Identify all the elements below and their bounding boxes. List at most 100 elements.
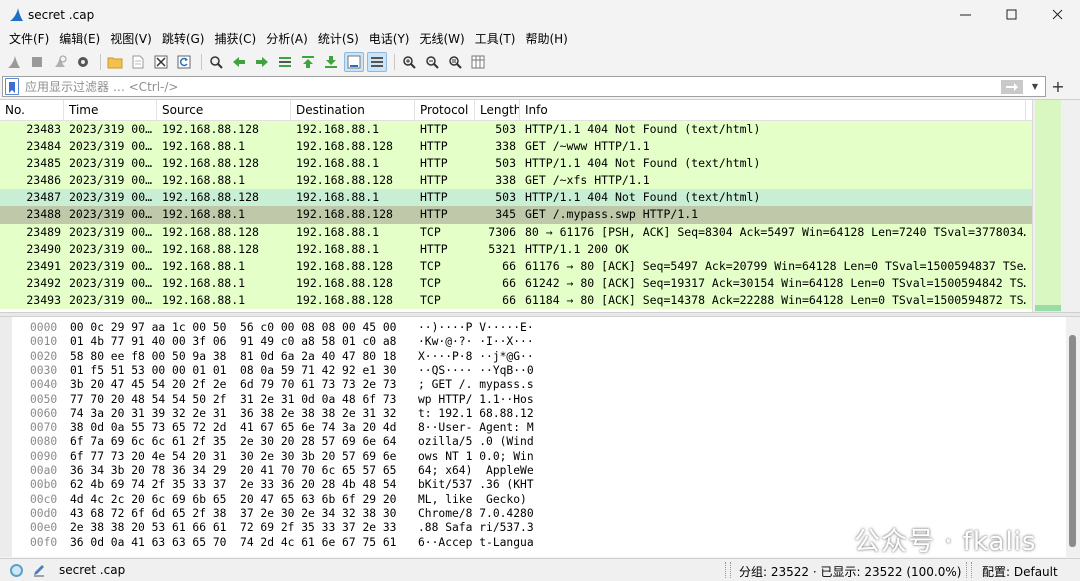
menu-file[interactable]: 文件(F) — [4, 29, 54, 50]
hex-bytes[interactable]: 38 0d 0a 55 73 65 72 2d 41 67 65 6e 74 3… — [70, 421, 418, 435]
zoom-out-button[interactable] — [422, 52, 442, 72]
first-packet-button[interactable] — [298, 52, 318, 72]
column-header-protocol[interactable]: Protocol — [415, 100, 475, 120]
hex-bytes[interactable]: 6f 77 73 20 4e 54 20 31 30 2e 30 3b 20 5… — [70, 450, 418, 464]
minimize-button[interactable] — [942, 0, 988, 29]
hex-off[interactable]: 0040 — [30, 378, 70, 392]
menu-view[interactable]: 视图(V) — [105, 29, 157, 50]
hex-off[interactable]: 00c0 — [30, 493, 70, 507]
apply-filter-button[interactable] — [1001, 79, 1023, 94]
add-filter-button[interactable]: + — [1046, 77, 1070, 96]
column-header-time[interactable]: Time — [64, 100, 157, 120]
hex-bytes[interactable]: 77 70 20 48 54 54 50 2f 31 2e 31 0d 0a 4… — [70, 393, 418, 407]
hex-bytes[interactable]: 01 f5 51 53 00 00 01 01 08 0a 59 71 42 9… — [70, 364, 418, 378]
hex-ascii[interactable]: ; GET /. mypass.s — [418, 378, 548, 392]
packet-row[interactable]: 23485 2023/319 00… 192.168.88.128 192.168.8… — [0, 155, 1032, 173]
display-filter-input[interactable] — [19, 77, 1001, 96]
stop-capture-button[interactable] — [27, 52, 47, 72]
packet-list-scrollbar[interactable] — [1032, 100, 1080, 312]
packet-row[interactable]: 23483 2023/319 00… 192.168.88.128 192.168.8… — [0, 121, 1032, 139]
bookmark-icon[interactable] — [5, 78, 19, 95]
column-header-length[interactable]: Length — [475, 100, 520, 120]
hex-bytes[interactable]: 6f 7a 69 6c 6c 61 2f 35 2e 30 20 28 57 6… — [70, 435, 418, 449]
hex-ascii[interactable]: ozilla/5 .0 (Wind — [418, 435, 548, 449]
close-button[interactable] — [1034, 0, 1080, 29]
hex-off[interactable]: 0080 — [30, 435, 70, 449]
save-file-button[interactable] — [128, 52, 148, 72]
hex-bytes[interactable]: 74 3a 20 31 39 32 2e 31 36 38 2e 38 38 2… — [70, 407, 418, 421]
hex-bytes[interactable]: 36 0d 0a 41 63 63 65 70 74 2d 4c 61 6e 6… — [70, 536, 418, 550]
hex-bytes[interactable]: 62 4b 69 74 2f 35 33 37 2e 33 36 20 28 4… — [70, 478, 418, 492]
autoscroll-button[interactable] — [344, 52, 364, 72]
hex-ascii[interactable]: wp HTTP/ 1.1··Hos — [418, 393, 548, 407]
hex-off[interactable]: 00f0 — [30, 536, 70, 550]
column-header-source[interactable]: Source — [157, 100, 291, 120]
hex-off[interactable]: 0010 — [30, 335, 70, 349]
packet-row[interactable]: 23491 2023/319 00… 192.168.88.1 192.168.88.… — [0, 257, 1032, 275]
packet-row[interactable]: 23484 2023/319 00… 192.168.88.1 192.168.88.… — [0, 138, 1032, 156]
status-profile[interactable]: 配置: Default — [982, 563, 1058, 580]
menu-telephony[interactable]: 电话(Y) — [364, 29, 415, 50]
packet-row[interactable]: 23486 2023/319 00… 192.168.88.1 192.168.88.… — [0, 172, 1032, 190]
resize-columns-button[interactable] — [468, 52, 488, 72]
packet-row[interactable]: 23490 2023/319 00… 192.168.88.128 192.168.8… — [0, 240, 1032, 258]
menu-statistics[interactable]: 统计(S) — [313, 29, 364, 50]
menu-analyze[interactable]: 分析(A) — [261, 29, 313, 50]
hex-ascii[interactable]: X····P·8 ··j*@G·· — [418, 350, 548, 364]
hex-bytes[interactable]: 43 68 72 6f 6d 65 2f 38 37 2e 30 2e 34 3… — [70, 507, 418, 521]
hex-off[interactable]: 0060 — [30, 407, 70, 421]
hex-ascii[interactable]: ··)····P V·····E· — [418, 321, 548, 335]
hex-off[interactable]: 00e0 — [30, 521, 70, 535]
hex-off[interactable]: 0030 — [30, 364, 70, 378]
packet-row[interactable]: 23492 2023/319 00… 192.168.88.1 192.168.88.… — [0, 274, 1032, 292]
hex-off[interactable]: 0000 — [30, 321, 70, 335]
zoom-in-button[interactable] — [399, 52, 419, 72]
hex-bytes[interactable]: 3b 20 47 45 54 20 2f 2e 6d 79 70 61 73 7… — [70, 378, 418, 392]
menu-edit[interactable]: 编辑(E) — [54, 29, 105, 50]
scrollbar-thumb[interactable] — [1035, 305, 1061, 311]
menu-go[interactable]: 跳转(G) — [157, 29, 210, 50]
hex-ascii[interactable]: ··QS···· ··YqB··0 — [418, 364, 548, 378]
hex-ascii[interactable]: bKit/537 .36 (KHT — [418, 478, 548, 492]
status-grip[interactable] — [725, 562, 731, 578]
restart-capture-button[interactable] — [50, 52, 70, 72]
packet-row[interactable]: 23488 2023/319 00… 192.168.88.1 192.168.88.… — [0, 206, 1032, 224]
menu-tools[interactable]: 工具(T) — [470, 29, 521, 50]
hex-off[interactable]: 0070 — [30, 421, 70, 435]
scrollbar-thumb[interactable] — [1069, 335, 1076, 547]
hex-off[interactable]: 0090 — [30, 450, 70, 464]
hex-bytes[interactable]: 00 0c 29 97 aa 1c 00 50 56 c0 00 08 08 0… — [70, 321, 418, 335]
hex-off[interactable]: 0050 — [30, 393, 70, 407]
hex-ascii[interactable]: ows NT 1 0.0; Win — [418, 450, 548, 464]
hex-off[interactable]: 00a0 — [30, 464, 70, 478]
close-file-button[interactable] — [151, 52, 171, 72]
go-forward-button[interactable] — [252, 52, 272, 72]
hex-ascii[interactable]: ·Kw·@·?· ·I··X··· — [418, 335, 548, 349]
hex-bytes[interactable]: 2e 38 38 20 53 61 66 61 72 69 2f 35 33 3… — [70, 521, 418, 535]
find-packet-button[interactable] — [206, 52, 226, 72]
hex-off[interactable]: 00b0 — [30, 478, 70, 492]
hex-ascii[interactable]: t: 192.1 68.88.12 — [418, 407, 548, 421]
bytes-pane-scrollbar[interactable] — [1066, 317, 1080, 557]
capture-options-button[interactable] — [73, 52, 93, 72]
packet-row[interactable]: 23487 2023/319 00… 192.168.88.128 192.168.8… — [0, 189, 1032, 207]
status-grip[interactable] — [966, 562, 972, 578]
start-capture-button[interactable] — [4, 52, 24, 72]
column-header-destination[interactable]: Destination — [291, 100, 415, 120]
hex-bytes[interactable]: 4d 4c 2c 20 6c 69 6b 65 20 47 65 63 6b 6… — [70, 493, 418, 507]
hex-ascii[interactable]: .88 Safa ri/537.3 — [418, 521, 548, 535]
menu-help[interactable]: 帮助(H) — [520, 29, 572, 50]
column-header-no[interactable]: No. — [0, 100, 64, 120]
colorize-button[interactable] — [367, 52, 387, 72]
packet-row[interactable]: 23489 2023/319 00… 192.168.88.128 192.168.8… — [0, 223, 1032, 241]
menu-capture[interactable]: 捕获(C) — [209, 29, 261, 50]
hex-ascii[interactable]: 64; x64) AppleWe — [418, 464, 548, 478]
intelligent-scrollbar-map[interactable] — [1035, 100, 1061, 312]
hex-bytes[interactable]: 58 80 ee f8 00 50 9a 38 81 0d 6a 2a 40 4… — [70, 350, 418, 364]
last-packet-button[interactable] — [321, 52, 341, 72]
hex-bytes[interactable]: 36 34 3b 20 78 36 34 29 20 41 70 70 6c 6… — [70, 464, 418, 478]
column-header-info[interactable]: Info — [520, 100, 1026, 120]
hex-ascii[interactable]: Chrome/8 7.0.4280 — [418, 507, 548, 521]
go-back-button[interactable] — [229, 52, 249, 72]
menu-wireless[interactable]: 无线(W) — [415, 29, 470, 50]
